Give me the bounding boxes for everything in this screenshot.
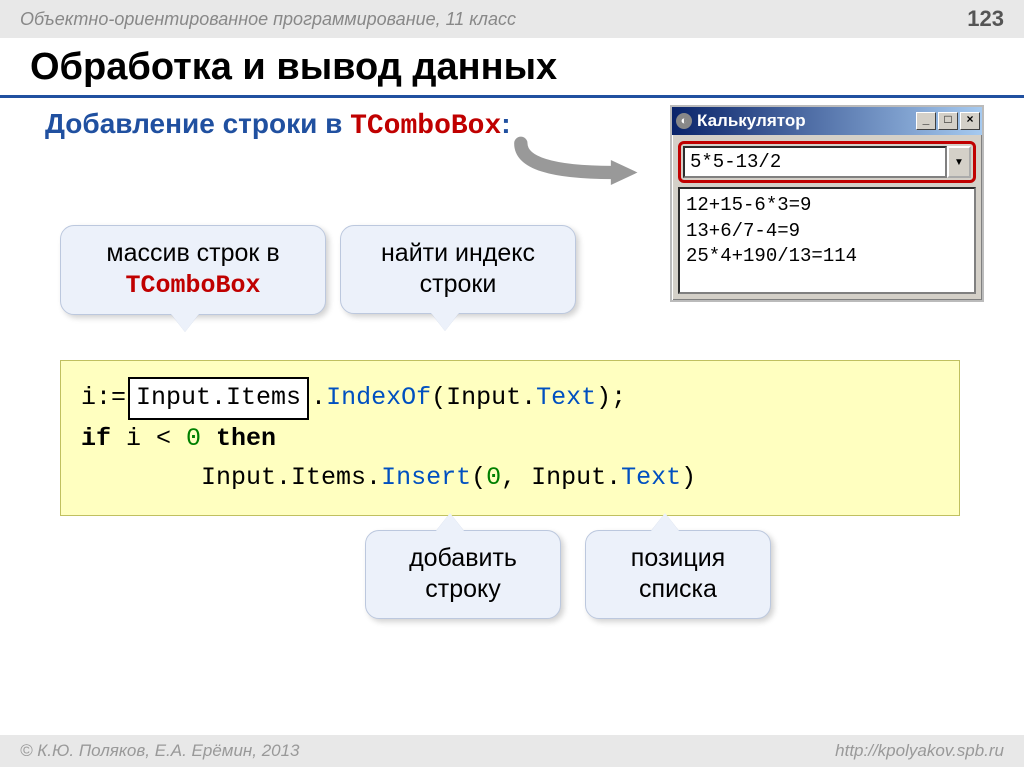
slide-footer: © К.Ю. Поляков, Е.А. Ерёмин, 2013 http:/… xyxy=(0,735,1024,767)
code-line-3: Input.Items.Insert(0, Input.Text) xyxy=(81,459,939,498)
window-title: Калькулятор xyxy=(697,111,916,131)
page-number: 123 xyxy=(967,6,1004,32)
course-name: Объектно-ориентированное программировани… xyxy=(20,9,516,30)
calculator-window: ◐ Калькулятор _ □ × 5*5-13/2 ▼ 12+15-6*3… xyxy=(670,105,984,302)
callout-findindex: найти индекс строки xyxy=(340,225,576,314)
code-line-1: i:=Input.Items.IndexOf(Input.Text); xyxy=(81,377,939,420)
combobox-list[interactable]: 12+15-6*3=9 13+6/7-4=9 25*4+190/13=114 xyxy=(678,187,976,294)
boxed-input-items: Input.Items xyxy=(128,377,309,420)
code-block: i:=Input.Items.IndexOf(Input.Text); if i… xyxy=(60,360,960,516)
footer-url: http://kpolyakov.spb.ru xyxy=(835,741,1004,761)
code-line-2: if i < 0 then xyxy=(81,420,939,459)
maximize-button[interactable]: □ xyxy=(938,112,958,130)
callout-addline: добавить строку xyxy=(365,530,561,619)
app-icon: ◐ xyxy=(676,113,692,129)
arrow-icon xyxy=(500,135,650,185)
dropdown-button[interactable]: ▼ xyxy=(947,146,971,178)
window-titlebar[interactable]: ◐ Калькулятор _ □ × xyxy=(672,107,982,135)
callout-listpos: позиция списка xyxy=(585,530,771,619)
callout-array: массив строк в TComboBox xyxy=(60,225,326,315)
copyright: © К.Ю. Поляков, Е.А. Ерёмин, 2013 xyxy=(20,741,300,761)
slide-header: Объектно-ориентированное программировани… xyxy=(0,0,1024,38)
combobox-input[interactable]: 5*5-13/2 xyxy=(683,146,947,178)
close-button[interactable]: × xyxy=(960,112,980,130)
page-title: Обработка и вывод данных xyxy=(0,38,1024,95)
minimize-button[interactable]: _ xyxy=(916,112,936,130)
combobox-highlight: 5*5-13/2 ▼ xyxy=(678,141,976,183)
